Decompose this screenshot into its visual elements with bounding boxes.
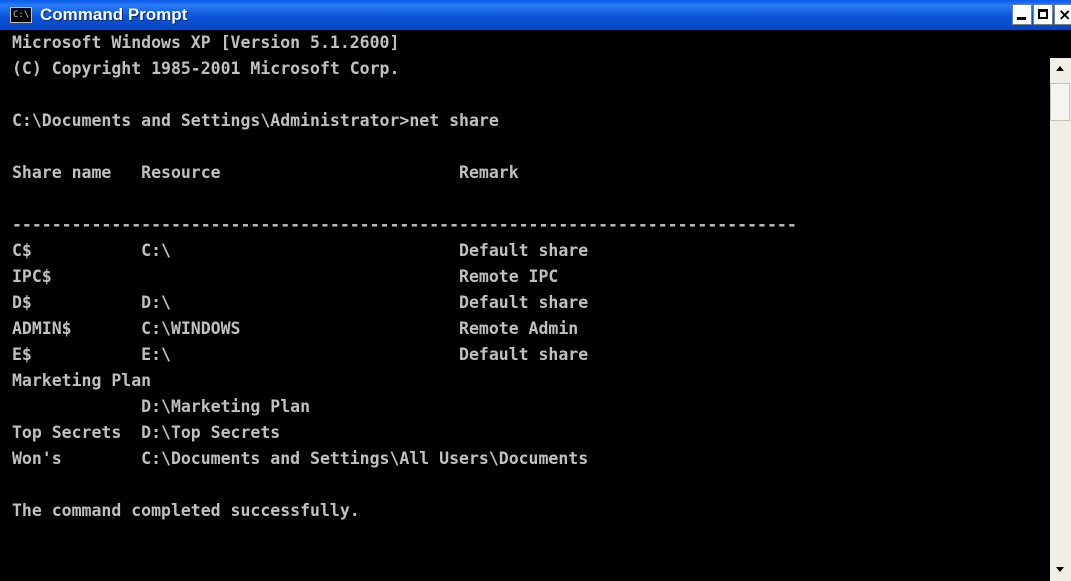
console-line: D:\Marketing Plan	[12, 397, 311, 416]
console-line: Won's C:\Documents and Settings\All User…	[12, 449, 589, 468]
command-prompt-icon[interactable]: C:\	[10, 7, 32, 23]
console-line: C:\Documents and Settings\Administrator>…	[12, 111, 499, 130]
console-output[interactable]: Microsoft Windows XP [Version 5.1.2600] …	[4, 30, 1037, 581]
console-line: Top Secrets D:\Top Secrets	[12, 423, 281, 442]
vertical-scrollbar[interactable]	[1050, 58, 1071, 581]
minimize-button[interactable]	[1012, 4, 1032, 25]
window-title: Command Prompt	[40, 5, 188, 24]
command-prompt-window: C:\ Command Prompt × Microsoft Windows X…	[0, 0, 1071, 581]
console-line: E$ E:\ Default share	[12, 345, 589, 364]
console-line: (C) Copyright 1985-2001 Microsoft Corp.	[12, 59, 400, 78]
scroll-up-arrow-icon[interactable]	[1050, 58, 1071, 80]
console-line: IPC$ Remote IPC	[12, 267, 559, 286]
scroll-down-arrow-icon[interactable]	[1050, 559, 1071, 581]
close-button[interactable]: ×	[1054, 4, 1071, 25]
title-bar[interactable]: C:\ Command Prompt ×	[0, 0, 1071, 30]
console-line: ADMIN$ C:\WINDOWS Remote Admin	[12, 319, 579, 338]
console-line: Microsoft Windows XP [Version 5.1.2600]	[12, 33, 400, 52]
close-icon: ×	[1058, 5, 1071, 24]
maximize-button[interactable]	[1033, 4, 1053, 25]
scroll-thumb[interactable]	[1050, 83, 1070, 121]
console-line: Marketing Plan	[12, 371, 152, 390]
console-line: ----------------------------------------…	[12, 215, 797, 234]
console-line: C$ C:\ Default share	[12, 241, 589, 260]
console-line: D$ D:\ Default share	[12, 293, 589, 312]
console-line: The command completed successfully.	[12, 501, 360, 520]
console-line: Share name Resource Remark	[12, 163, 519, 182]
